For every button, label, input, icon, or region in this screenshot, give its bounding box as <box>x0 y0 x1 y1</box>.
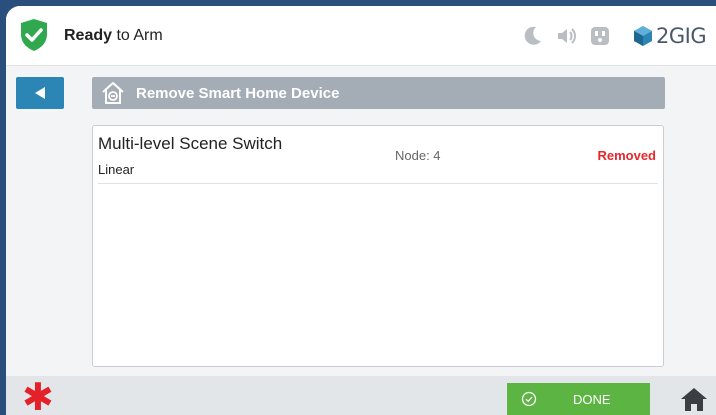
home-icon[interactable] <box>680 386 708 412</box>
shield-check-icon[interactable] <box>19 18 49 52</box>
panel-screen: Ready to Arm 2GIG Remove Smart Home Devi… <box>6 6 716 415</box>
outlet-icon[interactable] <box>590 26 610 46</box>
device-list: Multi-level Scene Switch Linear Node: 4 … <box>92 125 664 367</box>
page-title: Remove Smart Home Device <box>136 85 340 102</box>
asterisk-icon[interactable]: ✱ <box>22 378 54 415</box>
brand-name: 2GIG <box>656 24 707 48</box>
back-button[interactable] <box>16 77 64 109</box>
device-status: Removed <box>597 148 656 163</box>
back-arrow-icon <box>35 87 45 99</box>
check-circle-icon <box>521 391 537 407</box>
device-node: Node: 4 <box>395 148 441 163</box>
house-minus-icon <box>102 82 124 104</box>
page-title-bar: Remove Smart Home Device <box>92 77 665 109</box>
status-bold: Ready <box>64 27 113 44</box>
done-label: DONE <box>573 392 611 407</box>
done-button[interactable]: DONE <box>507 383 650 415</box>
footer-bar: ✱ DONE <box>6 376 716 415</box>
arm-status-text[interactable]: Ready to Arm <box>64 27 163 45</box>
moon-icon[interactable] <box>524 26 542 46</box>
brand-logo: 2GIG <box>632 22 707 50</box>
list-item[interactable]: Multi-level Scene Switch Linear Node: 4 … <box>98 126 658 184</box>
device-manufacturer: Linear <box>98 162 135 177</box>
speaker-icon[interactable] <box>556 26 576 46</box>
status-header: Ready to Arm 2GIG <box>6 6 716 66</box>
device-name: Multi-level Scene Switch <box>98 134 283 153</box>
status-rest: to Arm <box>112 27 163 44</box>
brand-cube-icon <box>634 26 652 46</box>
